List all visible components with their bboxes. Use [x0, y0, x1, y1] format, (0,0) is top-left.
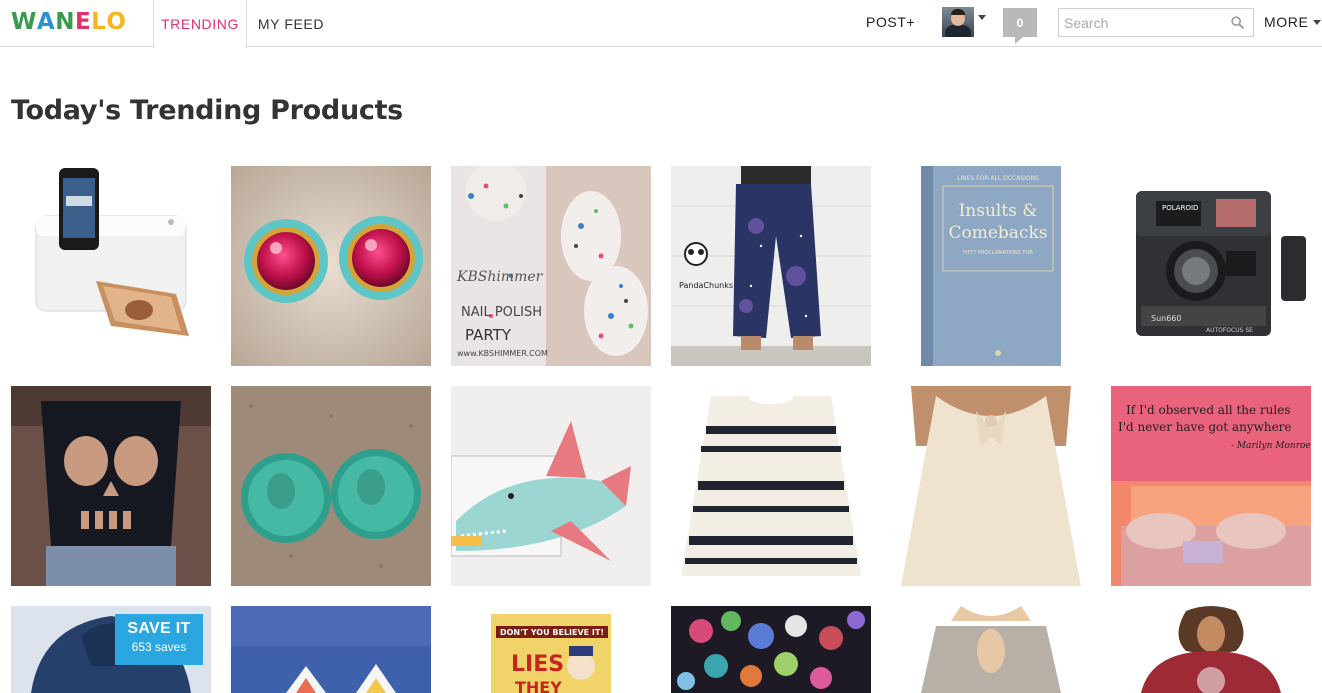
product-tile-insults-book[interactable]: LINES FOR ALL OCCASIONS Insults & Comeba…	[891, 166, 1091, 366]
logo-letter: A	[36, 9, 56, 35]
printed-sweater-image	[1111, 606, 1311, 693]
product-tile-penny-earrings[interactable]	[231, 386, 431, 586]
lies-book-title-line2: THEY	[515, 678, 562, 693]
skull-top-image	[11, 386, 211, 586]
nail-polish-type-text: NAIL POLISH	[461, 305, 542, 320]
product-tile-geometric-earrings[interactable]	[231, 606, 431, 693]
save-it-button[interactable]: SAVE IT 653 saves	[115, 614, 203, 665]
camera-brand-text: POLAROID	[1162, 204, 1198, 212]
tab-my-feed[interactable]: MY FEED	[248, 0, 334, 48]
book-tagline-text: FIFTY PROCLAMATIONS FOR	[963, 250, 1033, 256]
save-it-label: SAVE IT	[127, 620, 191, 637]
caret-down-icon	[1313, 19, 1322, 25]
camera-feature-text: AUTOFOCUS SE	[1206, 327, 1253, 334]
user-menu[interactable]	[942, 7, 986, 37]
logo-letter: O	[106, 9, 127, 35]
post-button[interactable]: POST+	[866, 14, 915, 30]
decal-quote-author: - Marilyn Monroe	[1231, 441, 1311, 451]
open-back-top-image	[891, 606, 1091, 693]
insults-book-image: LINES FOR ALL OCCASIONS Insults & Comeba…	[891, 166, 1091, 366]
user-avatar[interactable]	[942, 7, 974, 37]
product-tile-printed-sweater[interactable]	[1111, 606, 1311, 693]
photo-printer-image	[11, 166, 211, 366]
nail-polish-name-text: PARTY	[465, 326, 512, 344]
galaxy-pants-image: PandaChunks	[671, 166, 871, 366]
product-tile-wall-decal[interactable]: If I'd observed all the rules I'd never …	[1111, 386, 1311, 586]
product-tile-bow-blouse[interactable]	[891, 386, 1091, 586]
notification-badge-tail	[1015, 37, 1023, 44]
tab-trending-label: TRENDING	[161, 16, 239, 32]
product-tile-blue-hoodie[interactable]: SAVE IT 653 saves	[11, 606, 211, 693]
save-count: 653 saves	[131, 640, 187, 654]
product-tile-nail-polish[interactable]: KBShimmer NAIL POLISH PARTY www.KBSHIMME…	[451, 166, 651, 366]
more-menu[interactable]: MORE	[1264, 14, 1322, 30]
product-tile-open-back-top[interactable]	[891, 606, 1091, 693]
product-tile-crystal-earrings[interactable]	[231, 166, 431, 366]
nail-polish-url-text: www.KBSHIMMER.COM	[457, 349, 548, 358]
tab-trending[interactable]: TRENDING	[153, 0, 247, 48]
striped-sweater-image	[671, 386, 871, 586]
product-tile-skull-top[interactable]	[11, 386, 211, 586]
penny-earrings-image	[231, 386, 431, 586]
lies-book-image: DON'T YOU BELIEVE IT! LIES THEY	[451, 606, 651, 693]
string-lights-image	[671, 606, 871, 693]
top-navigation-bar: WANELO TRENDING MY FEED POST+ 0 MORE	[0, 0, 1322, 48]
book-title-line1: Insults &	[959, 201, 1038, 221]
logo-letter: W	[11, 9, 37, 35]
decal-quote-line1: If I'd observed all the rules	[1126, 403, 1290, 417]
nail-polish-image: KBShimmer NAIL POLISH PARTY www.KBSHIMME…	[451, 166, 651, 366]
book-subtitle-text: LINES FOR ALL OCCASIONS	[957, 175, 1039, 182]
product-tile-polaroid-camera[interactable]: POLAROID Sun660 AUTOFOCUS SE	[1111, 166, 1311, 366]
product-tile-galaxy-pants[interactable]: PandaChunks	[671, 166, 871, 366]
logo-letter: L	[91, 9, 107, 35]
book-title-line2: Comebacks	[949, 223, 1048, 243]
search-box	[1058, 8, 1254, 37]
more-menu-label: MORE	[1264, 14, 1309, 30]
wall-decal-image: If I'd observed all the rules I'd never …	[1111, 386, 1311, 586]
page-title: Today's Trending Products	[11, 95, 403, 126]
camera-model-text: Sun660	[1151, 314, 1182, 323]
product-tile-shark-case[interactable]	[451, 386, 651, 586]
decal-quote-line2: I'd never have got anywhere	[1118, 420, 1292, 434]
caret-down-icon	[978, 14, 986, 20]
notification-count-badge[interactable]: 0	[1003, 8, 1037, 37]
search-input[interactable]	[1059, 9, 1219, 36]
logo-letter: N	[55, 9, 75, 35]
galaxy-pants-watermark-text: PandaChunks	[679, 281, 733, 290]
lies-book-title-line1: LIES	[511, 652, 564, 677]
bow-blouse-image	[891, 386, 1091, 586]
product-tile-string-lights[interactable]	[671, 606, 871, 693]
lies-book-tagline: DON'T YOU BELIEVE IT!	[500, 628, 604, 637]
polaroid-camera-image: POLAROID Sun660 AUTOFOCUS SE	[1111, 166, 1311, 366]
product-tile-photo-printer[interactable]	[11, 166, 211, 366]
geometric-earrings-image	[231, 606, 431, 693]
product-tile-striped-sweater[interactable]	[671, 386, 871, 586]
wanelo-logo[interactable]: WANELO	[11, 9, 126, 35]
search-icon[interactable]	[1231, 16, 1244, 29]
shark-case-image	[451, 386, 651, 586]
nail-polish-brand-text: KBShimmer	[456, 269, 544, 285]
logo-letter: E	[74, 9, 92, 35]
crystal-earrings-image	[231, 166, 431, 366]
product-tile-lies-book[interactable]: DON'T YOU BELIEVE IT! LIES THEY	[451, 606, 651, 693]
tab-my-feed-label: MY FEED	[257, 16, 325, 32]
